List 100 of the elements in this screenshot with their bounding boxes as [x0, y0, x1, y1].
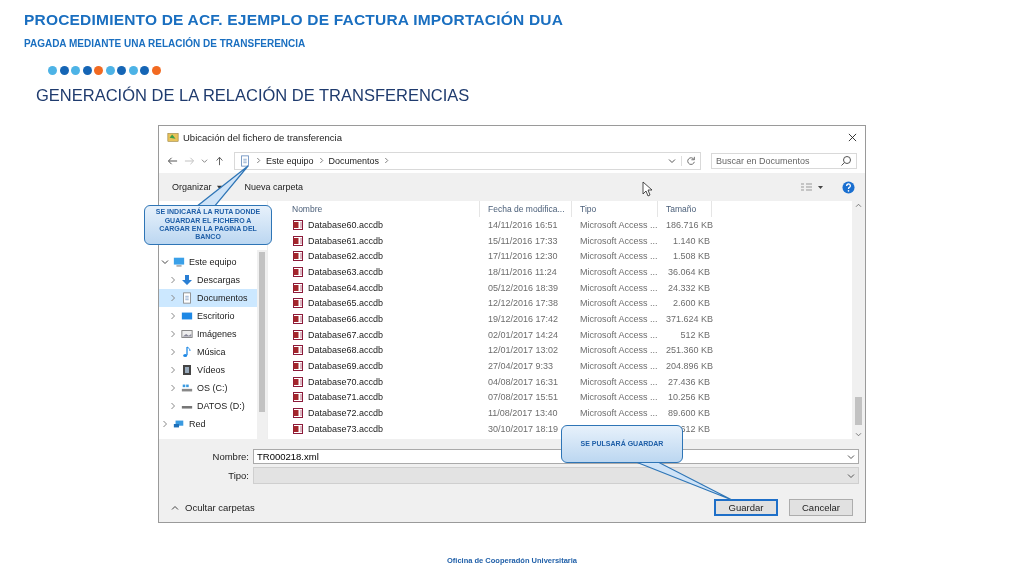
chevron-right-icon[interactable] [169, 294, 177, 302]
database-file-icon [292, 407, 304, 420]
file-size: 24.332 KB [666, 282, 711, 293]
nav-item[interactable]: DATOS (D:) [159, 397, 257, 415]
file-name[interactable]: Database60.accdb [284, 218, 480, 231]
file-type: Microsoft Access ... [579, 361, 658, 372]
column-header[interactable]: Fecha de modifica... [480, 201, 572, 217]
file-size: 204.896 KB [665, 361, 712, 372]
modified-date: 12/12/2016 17:38 [487, 298, 560, 309]
database-file-icon [292, 391, 304, 404]
chevron-right-icon[interactable] [169, 366, 177, 374]
file-type: Microsoft Access ... [579, 266, 658, 277]
window-title: Ubicación del fichero de transferencia [183, 131, 342, 143]
scrollbar-thumb[interactable] [855, 397, 862, 425]
modified-date: 17/11/2016 12:30 [487, 251, 559, 262]
nav-item[interactable]: OS (C:) [159, 379, 257, 397]
up-arrow-icon[interactable] [214, 155, 225, 166]
modified-date: 27/04/2017 9:33 [487, 361, 555, 372]
file-type: Microsoft Access ... [579, 329, 658, 340]
scroll-down-icon[interactable] [855, 432, 862, 437]
chevron-right-icon[interactable] [161, 420, 169, 428]
search-icon [840, 154, 852, 167]
file-type-dropdown[interactable] [253, 467, 859, 484]
file-size: 371.624 KB [665, 313, 712, 324]
database-file-icon [292, 360, 304, 373]
breadcrumb-item[interactable]: Documentos [328, 155, 380, 166]
file-name[interactable]: Database62.accdb [284, 250, 480, 263]
column-header[interactable]: Nombre [284, 201, 480, 217]
column-header[interactable]: Tamaño [658, 201, 712, 217]
file-type: Microsoft Access ... [579, 235, 658, 246]
dialog-button[interactable]: Guardar [714, 499, 778, 516]
film-icon [181, 364, 193, 376]
file-size: 1.508 KB [671, 251, 711, 262]
column-header[interactable]: Tipo [572, 201, 658, 217]
modified-date: 02/01/2017 14:24 [487, 329, 560, 340]
file-size: 251.360 KB [665, 345, 712, 356]
chevron-right-icon[interactable] [169, 312, 177, 320]
file-name[interactable]: Database73.accdb [284, 422, 480, 435]
file-name[interactable]: Database63.accdb [284, 265, 480, 278]
refresh-icon[interactable] [681, 155, 696, 166]
close-icon[interactable] [848, 132, 857, 142]
nav-item[interactable]: Descargas [159, 271, 257, 289]
slide-subtitle: PAGADA MEDIANTE UNA RELACIÓN DE TRANSFERENCIA [24, 38, 307, 49]
file-name[interactable]: Database64.accdb [284, 281, 480, 294]
scroll-up-icon[interactable] [855, 203, 862, 208]
chevron-right-icon[interactable] [169, 276, 177, 284]
file-name[interactable]: Database69.accdb [284, 360, 480, 373]
file-name[interactable]: Database61.accdb [284, 234, 480, 247]
field-label: Nombre: [211, 451, 250, 462]
chevron-right-icon[interactable] [169, 348, 177, 356]
chevron-right-icon[interactable] [169, 330, 177, 338]
chevron-right-icon[interactable] [169, 384, 177, 392]
chevron-up-icon [171, 504, 179, 511]
dropdown-caret-icon[interactable] [668, 157, 676, 164]
database-file-icon [292, 250, 304, 263]
new-folder-button[interactable]: Nueva carpeta [239, 180, 309, 194]
nav-item[interactable]: Vídeos [159, 361, 257, 379]
computer-icon [173, 256, 185, 268]
modified-date: 18/11/2016 11:24 [487, 266, 558, 277]
document-icon [239, 154, 251, 167]
hide-folders-button[interactable]: Ocultar carpetas [165, 501, 261, 514]
search-field[interactable]: Buscar en Documentos [711, 152, 857, 169]
chevron-icon [256, 157, 261, 164]
nav-item[interactable]: Música [159, 343, 257, 361]
chevron-right-icon[interactable] [169, 402, 177, 410]
mouse-cursor-icon [642, 181, 652, 197]
file-name[interactable]: Database68.accdb [284, 344, 480, 357]
nav-item[interactable]: Escritorio [159, 307, 257, 325]
dialog-button[interactable]: Cancelar [789, 499, 853, 516]
help-icon[interactable] [842, 180, 855, 194]
file-size: 10.256 KB [666, 392, 711, 403]
scrollbar[interactable] [257, 250, 267, 439]
nav-item[interactable]: Imágenes [159, 325, 257, 343]
nav-item[interactable]: Red [159, 415, 257, 433]
nav-item[interactable]: Este equipo [159, 253, 257, 271]
file-type: Microsoft Access ... [579, 282, 658, 293]
dropdown-caret-icon[interactable] [847, 454, 855, 460]
file-name[interactable]: Database70.accdb [284, 375, 480, 388]
chevron-down-icon[interactable] [161, 258, 169, 266]
database-file-icon [292, 375, 304, 388]
file-name[interactable]: Database72.accdb [284, 407, 480, 420]
database-file-icon [292, 328, 304, 341]
file-type: Microsoft Access ... [579, 376, 658, 387]
scrollbar-thumb[interactable] [259, 252, 265, 412]
forward-arrow-icon[interactable] [184, 155, 195, 166]
view-options-icon[interactable] [800, 182, 824, 192]
file-size: 89.600 KB [666, 408, 711, 419]
file-name[interactable]: Database71.accdb [284, 391, 480, 404]
database-file-icon [292, 218, 304, 231]
nav-item[interactable]: Documentos [159, 289, 257, 307]
modified-date: 04/08/2017 16:31 [487, 376, 560, 387]
file-type: Microsoft Access ... [579, 251, 658, 262]
file-size: 186.716 KB [665, 219, 712, 230]
file-name[interactable]: Database65.accdb [284, 297, 480, 310]
address-bar[interactable]: Este equipo Documentos [234, 151, 701, 170]
file-name[interactable]: Database66.accdb [284, 312, 480, 325]
back-arrow-icon[interactable] [167, 155, 178, 166]
caret-icon[interactable] [201, 157, 208, 164]
breadcrumb-item[interactable]: Este equipo [266, 155, 314, 166]
file-name[interactable]: Database67.accdb [284, 328, 480, 341]
